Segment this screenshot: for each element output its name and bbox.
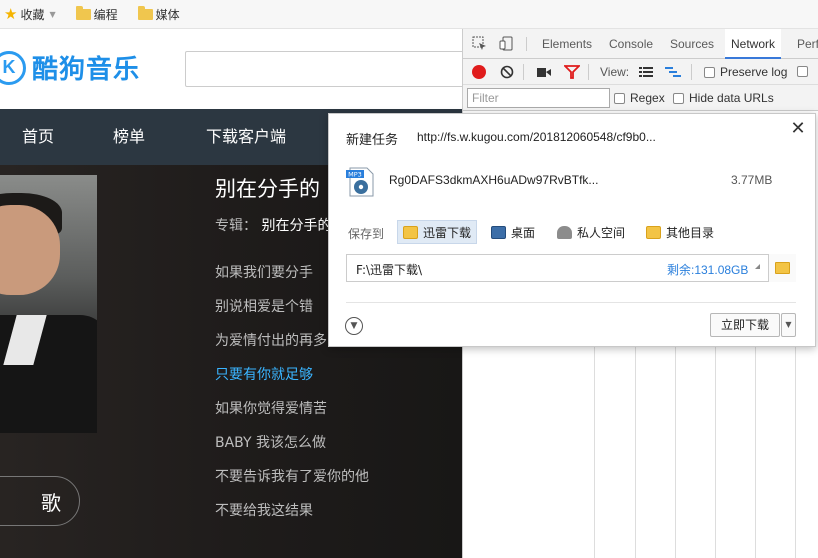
bookmark-favorites[interactable]: ★ 收藏 ▼ (4, 5, 56, 23)
download-options-dropdown[interactable]: ▼ (781, 313, 796, 337)
svg-text:MP3: MP3 (348, 171, 362, 179)
new-task-dialog: 新建任务 http://fs.w.kugou.com/201812060548/… (328, 113, 816, 347)
dialog-title: 新建任务 (346, 133, 399, 148)
save-to-label: 保存到 (348, 227, 385, 241)
regex-label: Regex (630, 91, 665, 105)
disable-cache-checkbox[interactable] (797, 66, 808, 77)
regex-checkbox[interactable]: Regex (614, 91, 665, 105)
site-header: K 酷狗音乐 (0, 29, 465, 109)
save-path-input[interactable]: F:\迅雷下载\ 剩余:131.08GB (346, 254, 796, 282)
filter-icon[interactable] (564, 65, 580, 79)
file-size: 3.77MB (731, 173, 773, 187)
location-label: 私人空间 (577, 225, 626, 240)
star-icon: ★ (4, 5, 18, 23)
hide-data-urls-label: Hide data URLs (689, 91, 774, 105)
folder-icon (75, 5, 91, 20)
download-now-button[interactable]: 立即下载 (710, 313, 780, 337)
record-icon[interactable] (472, 65, 486, 79)
folder-icon (646, 225, 661, 239)
private-space-icon (557, 225, 572, 239)
album-info: 专辑： 别在分手的 (215, 215, 331, 235)
nav-item-download-client[interactable]: 下载客户端 (206, 109, 286, 165)
tab-sources[interactable]: Sources (670, 29, 714, 59)
download-url: http://fs.w.kugou.com/201812060548/cf9b0… (417, 130, 656, 144)
location-desktop[interactable]: 桌面 (486, 220, 540, 244)
location-label: 桌面 (511, 225, 536, 240)
filter-input[interactable]: Filter (467, 88, 610, 108)
timeline-gridline (635, 345, 636, 558)
preserve-log-checkbox[interactable]: Preserve log (704, 65, 787, 79)
network-filter-bar: Filter Regex Hide data URLs (463, 85, 818, 111)
dropdown-arrow-icon[interactable] (755, 264, 760, 269)
timeline-gridline (755, 345, 756, 558)
lyric-line-active: 只要有你就足够 (215, 367, 313, 383)
lyric-line: 不要告诉我有了爱你的他 (215, 469, 369, 485)
album-cover (0, 175, 97, 433)
tab-performance[interactable]: Perfo (797, 29, 818, 59)
divider (346, 302, 796, 303)
kugou-logo-icon: K (0, 50, 26, 85)
nav-item-home[interactable]: 首页 (22, 109, 54, 165)
clear-icon[interactable] (500, 65, 514, 79)
lyric-line: BABY 我该怎么做 (215, 435, 327, 451)
location-private-space[interactable]: 私人空间 (552, 220, 630, 244)
bookmark-folder-label: 媒体 (155, 7, 180, 22)
bookmark-folder-media[interactable]: 媒体 (137, 5, 180, 23)
capture-screenshots-icon[interactable] (536, 67, 552, 78)
kugou-logo[interactable]: K 酷狗音乐 (0, 49, 140, 86)
thunder-folder-icon (403, 225, 418, 239)
lyric-line: 如果你觉得爱情苦 (215, 401, 327, 417)
tab-network[interactable]: Network (725, 29, 782, 59)
location-other[interactable]: 其他目录 (641, 220, 719, 244)
preserve-log-label: Preserve log (720, 65, 788, 79)
save-path-value: F:\迅雷下载\ (356, 263, 423, 277)
tab-console[interactable]: Console (609, 29, 653, 59)
nav-item-charts[interactable]: 榜单 (113, 109, 145, 165)
album-label: 专辑： (215, 218, 257, 234)
lyric-line: 不要给我这结果 (215, 503, 313, 519)
song-title: 别在分手的 (215, 177, 320, 201)
bookmark-folder-programming[interactable]: 编程 (75, 5, 118, 23)
location-label: 其他目录 (666, 225, 715, 240)
tab-elements[interactable]: Elements (542, 29, 592, 59)
hide-data-urls-checkbox[interactable]: Hide data URLs (673, 91, 774, 105)
inspect-element-icon[interactable] (472, 36, 487, 51)
large-rows-icon[interactable] (639, 66, 653, 78)
location-label: 迅雷下载 (423, 225, 472, 240)
mp3-file-icon: MP3 (346, 167, 374, 197)
album-name[interactable]: 别在分手的 (261, 218, 331, 234)
timeline-gridline (715, 345, 716, 558)
devtools-tab-bar: Elements Console Sources Network Perfo (463, 29, 818, 59)
free-space: 剩余:131.08GB (667, 263, 749, 277)
location-thunder-download[interactable]: 迅雷下载 (397, 220, 478, 244)
timeline-gridline (675, 345, 676, 558)
bookmarks-bar: ★ 收藏 ▼ 编程 媒体 (0, 0, 818, 29)
browse-folder-button[interactable] (768, 254, 796, 282)
file-name[interactable]: Rg0DAFS3dkmAXH6uADw97RvBTfk... (389, 173, 598, 187)
chevron-down-icon: ▼ (49, 9, 56, 19)
desktop-icon (491, 225, 506, 239)
timeline-gridline (594, 345, 595, 558)
search-input[interactable] (185, 51, 465, 87)
view-label: View: (600, 65, 630, 79)
lyric-line: 为爱情付出的再多 (215, 333, 327, 349)
device-toolbar-icon[interactable] (499, 36, 514, 51)
waterfall-icon[interactable] (665, 66, 681, 78)
close-icon[interactable]: ✕ (789, 120, 807, 138)
kugou-logo-text: 酷狗音乐 (32, 55, 141, 85)
lyric-line: 如果我们要分手 (215, 265, 313, 281)
lyric-line: 别说相爱是个错 (215, 299, 313, 315)
timeline-gridline (795, 345, 796, 558)
folder-icon (137, 5, 153, 20)
bookmark-folder-label: 编程 (93, 7, 118, 22)
sing-button-label: 歌 (41, 490, 61, 515)
bookmark-favorites-label: 收藏 (20, 7, 45, 22)
sing-button[interactable]: 歌 (0, 476, 80, 526)
folder-icon (775, 262, 790, 274)
network-toolbar: View: Preserve log (463, 59, 818, 85)
expand-options-icon[interactable]: ▼ (345, 317, 363, 335)
